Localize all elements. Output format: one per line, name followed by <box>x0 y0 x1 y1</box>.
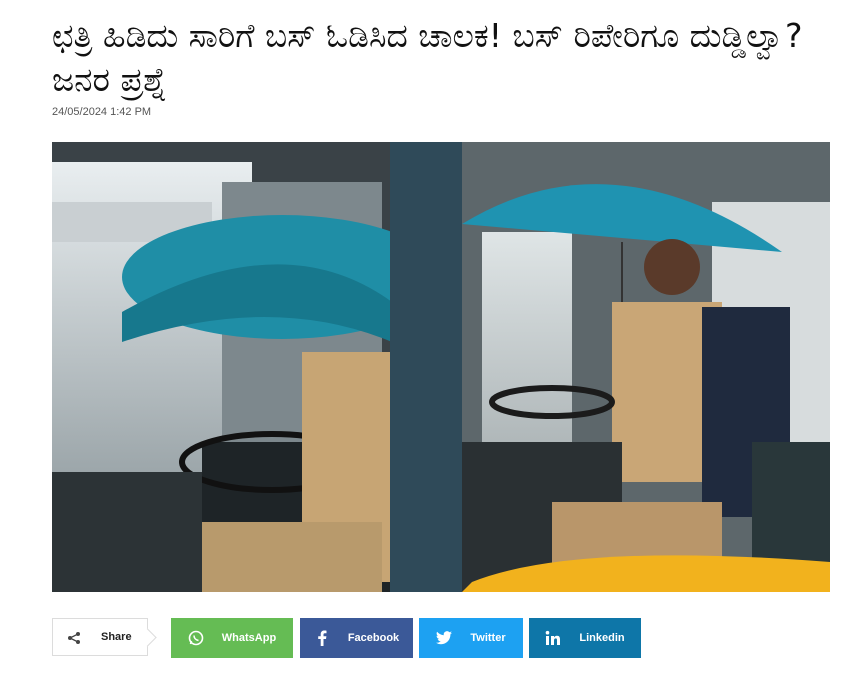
share-icon <box>67 630 81 644</box>
twitter-icon <box>436 630 453 646</box>
facebook-icon <box>314 630 330 646</box>
share-toggle-button[interactable]: Share <box>52 618 157 656</box>
article-headline: ಛತ್ರಿ ಹಿಡಿದು ಸಾರಿಗೆ ಬಸ್ ಓಡಿಸಿದ ಚಾಲಕ! ಬಸ್… <box>52 16 803 99</box>
whatsapp-icon <box>188 630 204 646</box>
whatsapp-share-button[interactable]: WhatsApp <box>171 618 293 658</box>
article-timestamp: 24/05/2024 1:42 PM <box>52 106 152 118</box>
share-label: Share <box>101 631 132 643</box>
linkedin-icon <box>545 630 561 646</box>
facebook-share-label: Facebook <box>347 632 400 644</box>
share-bar: Share WhatsApp Facebook Twitter Linkedin <box>52 618 652 658</box>
twitter-share-button[interactable]: Twitter <box>419 618 523 658</box>
article-image <box>52 142 830 592</box>
share-toggle-pointer <box>138 628 157 647</box>
linkedin-share-button[interactable]: Linkedin <box>529 618 641 658</box>
whatsapp-share-label: WhatsApp <box>221 632 277 644</box>
linkedin-share-label: Linkedin <box>579 632 625 644</box>
facebook-share-button[interactable]: Facebook <box>300 618 413 658</box>
twitter-share-label: Twitter <box>470 632 506 644</box>
